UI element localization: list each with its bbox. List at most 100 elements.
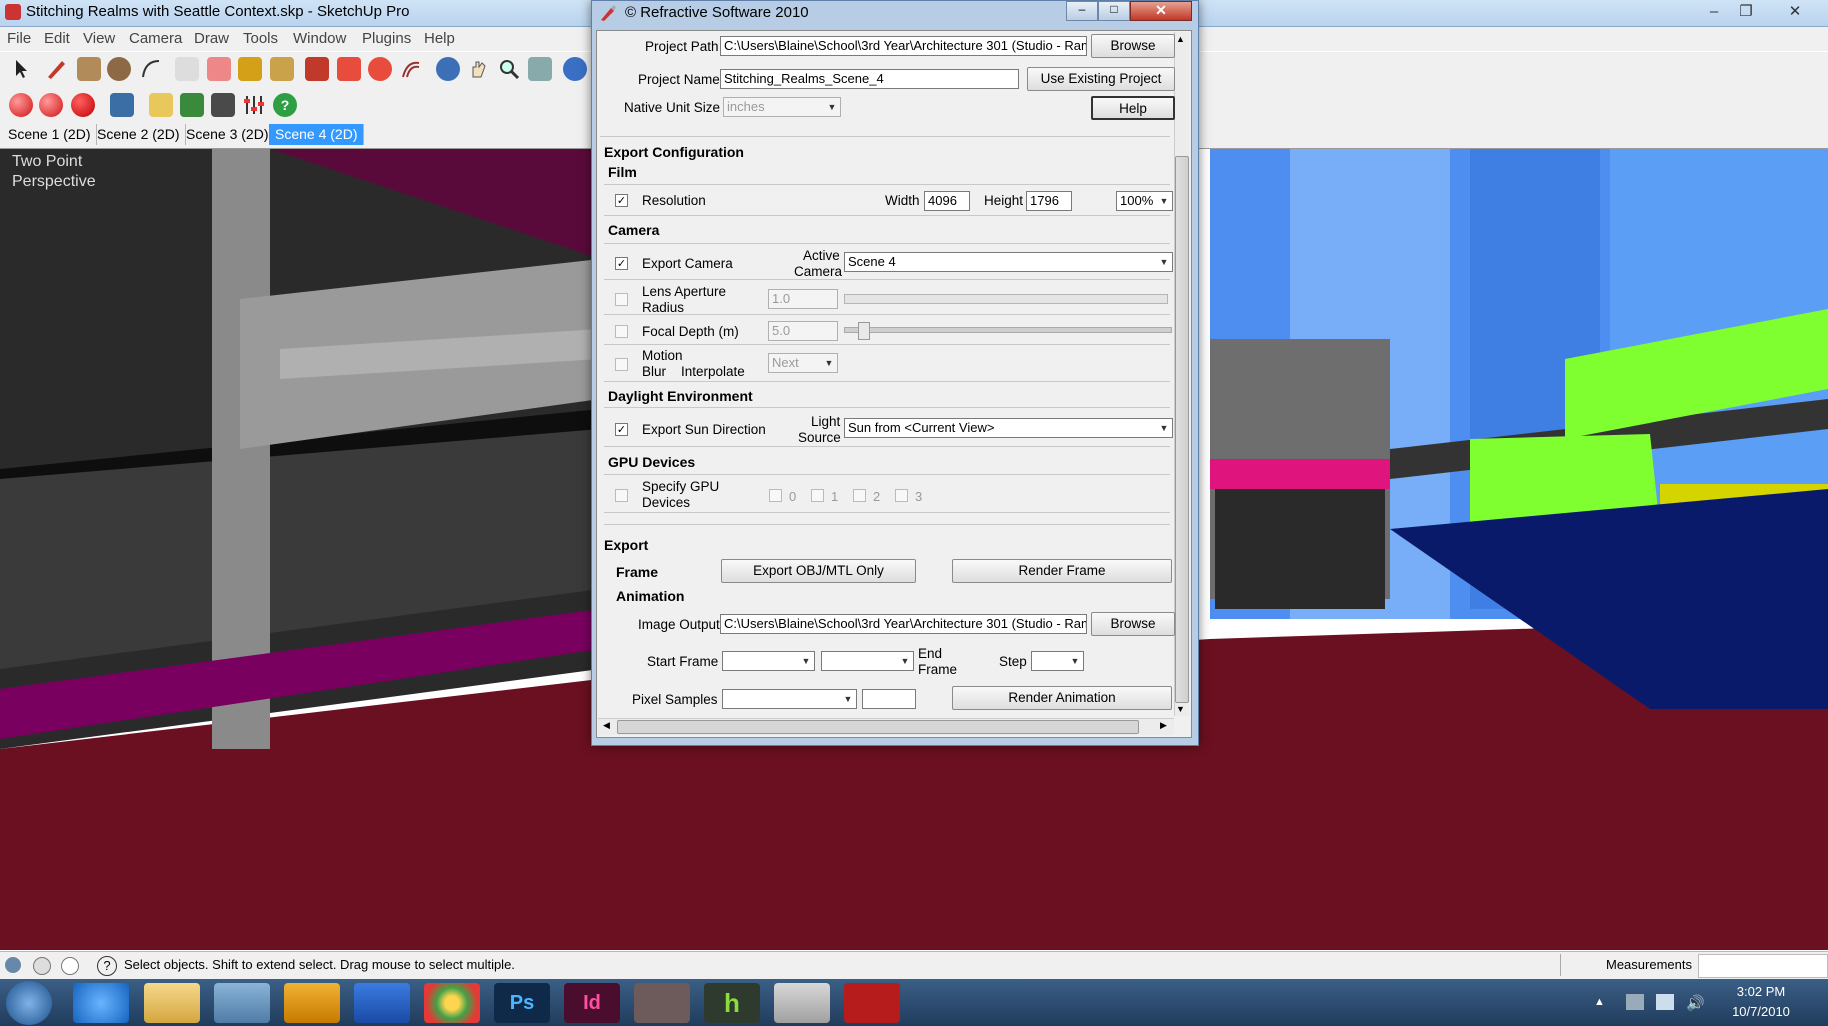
lens-aperture-field[interactable]: 1.0 <box>768 289 838 309</box>
tab-scene-4[interactable]: Scene 4 (2D) <box>269 124 365 145</box>
scroll-up-icon[interactable]: ▲ <box>1176 34 1185 44</box>
move-tool-icon[interactable] <box>337 57 361 81</box>
resolution-checkbox[interactable]: ✓ <box>615 194 628 207</box>
materials-icon[interactable] <box>180 93 204 117</box>
height-field[interactable]: 1796 <box>1026 191 1072 211</box>
gpu-3-checkbox[interactable] <box>895 489 908 502</box>
menu-help[interactable]: Help <box>424 30 455 47</box>
menu-file[interactable]: File <box>7 30 31 47</box>
rectangle-tool-icon[interactable] <box>77 57 101 81</box>
indesign-icon[interactable]: Id <box>564 983 620 1023</box>
arc-tool-icon[interactable] <box>139 57 163 81</box>
offset-tool-icon[interactable] <box>399 57 423 81</box>
maximize-icon[interactable]: ❐ <box>1726 2 1766 22</box>
width-field[interactable]: 4096 <box>924 191 970 211</box>
resolution-scale-select[interactable]: 100% ▼ <box>1116 191 1173 211</box>
scroll-down-icon[interactable]: ▼ <box>1176 704 1185 714</box>
dialog-close-icon[interactable]: ✕ <box>1130 1 1192 21</box>
red-sphere-icon[interactable] <box>9 93 33 117</box>
project-path-browse-button[interactable]: Browse <box>1091 34 1175 58</box>
render-icon[interactable] <box>211 93 235 117</box>
settings-sliders-icon[interactable] <box>242 93 266 117</box>
clock-time[interactable]: 3:02 PM <box>1724 984 1798 999</box>
geo-location-icon[interactable] <box>5 957 21 973</box>
red-sphere-icon[interactable] <box>39 93 63 117</box>
lens-aperture-slider[interactable] <box>844 294 1168 304</box>
focal-depth-slider-thumb[interactable] <box>858 322 870 340</box>
chrome-icon[interactable] <box>424 983 480 1023</box>
make-component-icon[interactable] <box>175 57 199 81</box>
red-sphere-icon[interactable] <box>71 93 95 117</box>
start-button-icon[interactable] <box>6 981 52 1025</box>
render-frame-button[interactable]: Render Frame <box>952 559 1172 583</box>
menu-plugins[interactable]: Plugins <box>362 30 411 47</box>
focal-depth-checkbox[interactable] <box>615 325 628 338</box>
dialog-minimize-icon[interactable]: – <box>1066 1 1098 21</box>
vertical-scroll-thumb[interactable] <box>1175 156 1189 703</box>
menu-camera[interactable]: Camera <box>129 30 182 47</box>
file-explorer-icon[interactable] <box>144 983 200 1023</box>
internet-explorer-icon[interactable] <box>73 983 129 1023</box>
pixel-samples-select[interactable]: ▼ <box>722 689 857 709</box>
dialog-maximize-icon[interactable]: □ <box>1098 1 1130 21</box>
light-icon[interactable] <box>149 93 173 117</box>
h-app-icon[interactable]: h <box>704 983 760 1023</box>
gpu-1-checkbox[interactable] <box>811 489 824 502</box>
volume-icon[interactable]: 🔊 <box>1686 994 1705 1012</box>
focal-depth-slider-track[interactable] <box>844 327 1172 333</box>
select-tool-icon[interactable] <box>9 57 33 81</box>
export-camera-checkbox[interactable]: ✓ <box>615 257 628 270</box>
interpolate-select[interactable]: Next ▼ <box>768 353 838 373</box>
close-icon[interactable]: ✕ <box>1775 2 1815 22</box>
horizontal-scroll-thumb[interactable] <box>617 720 1139 734</box>
user-icon[interactable] <box>61 957 79 975</box>
poser-icon[interactable] <box>354 983 410 1023</box>
rotate-tool-icon[interactable] <box>368 57 392 81</box>
get-models-icon[interactable] <box>563 57 587 81</box>
tab-scene-3[interactable]: Scene 3 (2D) <box>180 124 276 145</box>
photoshop-icon[interactable]: Ps <box>494 983 550 1023</box>
blender-icon[interactable] <box>284 983 340 1023</box>
zoom-tool-icon[interactable] <box>497 57 521 81</box>
scroll-left-icon[interactable]: ◀ <box>603 720 610 731</box>
end-frame-select[interactable]: ▼ <box>821 651 914 671</box>
lens-aperture-checkbox[interactable] <box>615 293 628 306</box>
credits-icon[interactable] <box>33 957 51 975</box>
show-hidden-icons-icon[interactable]: ▲ <box>1594 996 1605 1008</box>
menu-edit[interactable]: Edit <box>44 30 70 47</box>
image-output-browse-button[interactable]: Browse <box>1091 612 1175 636</box>
menu-window[interactable]: Window <box>293 30 346 47</box>
help-icon[interactable]: ? <box>273 93 297 117</box>
3d-app-icon[interactable] <box>634 983 690 1023</box>
measurements-input[interactable] <box>1698 954 1828 978</box>
light-source-select[interactable]: Sun from <Current View> ▼ <box>844 418 1173 438</box>
gpu-0-checkbox[interactable] <box>769 489 782 502</box>
acrobat-icon[interactable] <box>844 983 900 1023</box>
paint-bucket-icon[interactable] <box>270 57 294 81</box>
export-sun-direction-checkbox[interactable]: ✓ <box>615 423 628 436</box>
render-animation-button[interactable]: Render Animation <box>952 686 1172 710</box>
push-pull-icon[interactable] <box>305 57 329 81</box>
tab-scene-1[interactable]: Scene 1 (2D) <box>2 124 98 145</box>
network-icon[interactable] <box>1626 994 1644 1010</box>
tape-measure-icon[interactable] <box>238 57 262 81</box>
image-export-icon[interactable] <box>110 93 134 117</box>
active-camera-select[interactable]: Scene 4 ▼ <box>844 252 1173 272</box>
project-path-field[interactable]: C:\Users\Blaine\School\3rd Year\Architec… <box>720 36 1087 56</box>
focal-depth-field[interactable]: 5.0 <box>768 321 838 341</box>
native-unit-size-select[interactable]: inches ▼ <box>723 97 841 117</box>
image-output-field[interactable]: C:\Users\Blaine\School\3rd Year\Architec… <box>720 614 1087 634</box>
use-existing-project-button[interactable]: Use Existing Project <box>1027 67 1175 91</box>
tab-scene-2[interactable]: Scene 2 (2D) <box>91 124 187 145</box>
step-select[interactable]: ▼ <box>1031 651 1084 671</box>
zoom-extents-icon[interactable] <box>528 57 552 81</box>
sketchup-taskbar-icon[interactable] <box>774 983 830 1023</box>
eraser-tool-icon[interactable] <box>207 57 231 81</box>
remote-desktop-icon[interactable] <box>214 983 270 1023</box>
circle-tool-icon[interactable] <box>107 57 131 81</box>
gpu-2-checkbox[interactable] <box>853 489 866 502</box>
pencil-tool-icon[interactable] <box>44 57 68 81</box>
start-frame-select[interactable]: ▼ <box>722 651 815 671</box>
instructor-help-icon[interactable]: ? <box>97 956 117 976</box>
menu-view[interactable]: View <box>83 30 115 47</box>
